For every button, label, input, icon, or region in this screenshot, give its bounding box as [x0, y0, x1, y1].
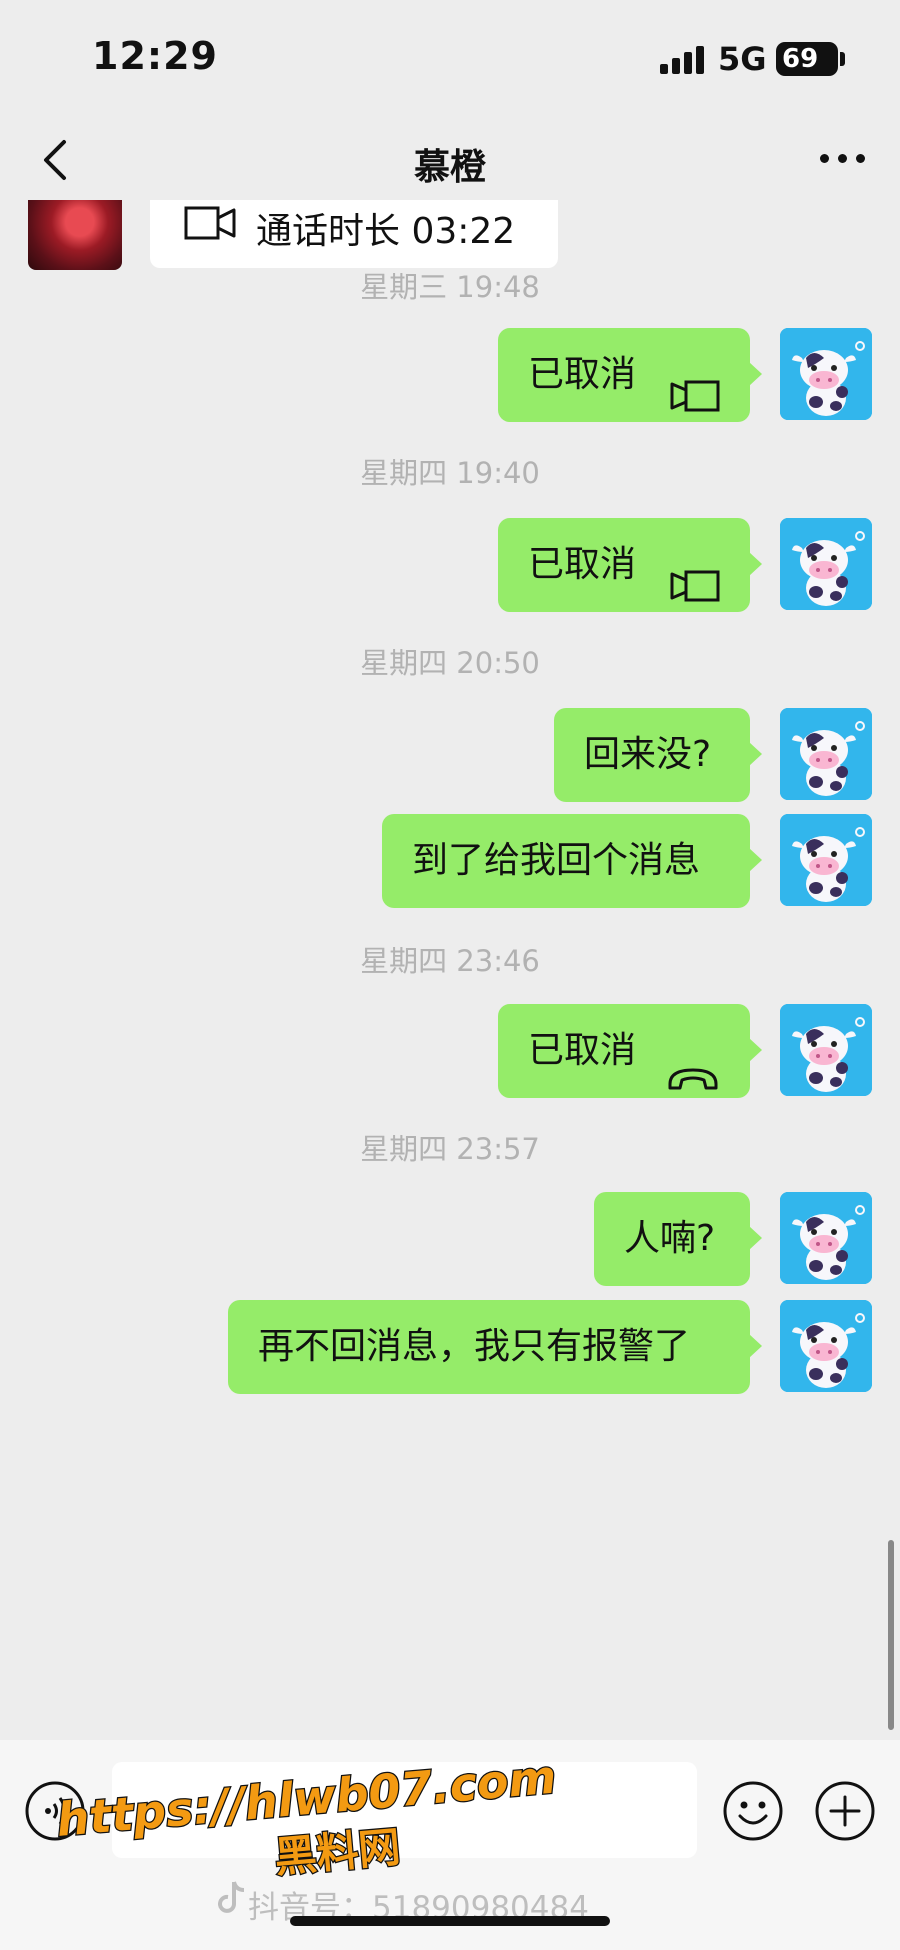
nav-bar: 慕橙 — [0, 120, 900, 200]
message-text: 回来没? — [584, 734, 712, 775]
my-avatar[interactable] — [780, 1004, 872, 1096]
chat-area[interactable]: 通话时长 03:22 星期三 19:48 已取消 星期四 19:40 已取消 星… — [0, 200, 900, 1740]
timestamp: 星期三 19:48 — [360, 270, 540, 304]
status-bar: 12:29 5G 69 — [0, 0, 900, 120]
phone-handset-icon — [666, 1036, 720, 1130]
scrollbar[interactable] — [888, 1540, 894, 1730]
chat-title: 慕橙 — [413, 147, 486, 188]
contact-avatar[interactable] — [28, 200, 122, 270]
video-camera-icon — [184, 204, 238, 242]
emoji-face-icon[interactable] — [722, 1780, 784, 1842]
input-bar: https://hlwb07.com 黑料网 抖音号：51890980484 — [0, 1740, 900, 1950]
home-indicator[interactable] — [290, 1916, 610, 1926]
signal-icon — [660, 44, 706, 74]
outgoing-message-bubble[interactable]: 人喃? — [594, 1192, 762, 1286]
my-avatar[interactable] — [780, 708, 872, 800]
incoming-call-bubble[interactable]: 通话时长 03:22 — [150, 200, 558, 268]
message-text: 已取消 — [528, 1030, 637, 1071]
battery-icon: 69 — [776, 42, 845, 76]
timestamp: 星期四 23:46 — [360, 944, 540, 978]
outgoing-message-bubble[interactable]: 再不回消息，我只有报警了 — [228, 1300, 762, 1394]
plus-circle-icon[interactable] — [814, 1780, 876, 1842]
my-avatar[interactable] — [780, 814, 872, 906]
timestamp: 星期四 20:50 — [360, 646, 540, 680]
video-camera-icon — [668, 356, 720, 450]
outgoing-message-bubble[interactable]: 已取消 — [498, 328, 762, 422]
timestamp: 星期四 23:57 — [360, 1132, 540, 1166]
my-avatar[interactable] — [780, 1192, 872, 1284]
my-avatar[interactable] — [780, 328, 872, 420]
outgoing-message-bubble[interactable]: 到了给我回个消息 — [382, 814, 762, 908]
outgoing-message-bubble[interactable]: 已取消 — [498, 518, 762, 612]
my-avatar[interactable] — [780, 518, 872, 610]
message-text: 已取消 — [528, 544, 637, 585]
network-type: 5G — [718, 40, 767, 78]
my-avatar[interactable] — [780, 1300, 872, 1392]
call-duration-text: 通话时长 03:22 — [256, 211, 516, 252]
message-text: 再不回消息，我只有报警了 — [258, 1326, 691, 1367]
video-camera-icon — [668, 546, 720, 640]
message-text: 人喃? — [624, 1218, 716, 1259]
watermark-site: 黑料网 — [273, 1822, 403, 1882]
status-time: 12:29 — [92, 34, 218, 78]
outgoing-message-bubble[interactable]: 回来没? — [554, 708, 762, 802]
tiktok-icon — [218, 1878, 248, 1916]
timestamp: 星期四 19:40 — [360, 456, 540, 490]
watermark-overlay: https://hlwb07.com 黑料网 — [53, 1750, 560, 1883]
more-dots-icon[interactable] — [816, 138, 870, 178]
outgoing-message-bubble[interactable]: 已取消 — [498, 1004, 762, 1098]
message-text: 已取消 — [528, 354, 637, 395]
message-text: 到了给我回个消息 — [412, 840, 701, 881]
